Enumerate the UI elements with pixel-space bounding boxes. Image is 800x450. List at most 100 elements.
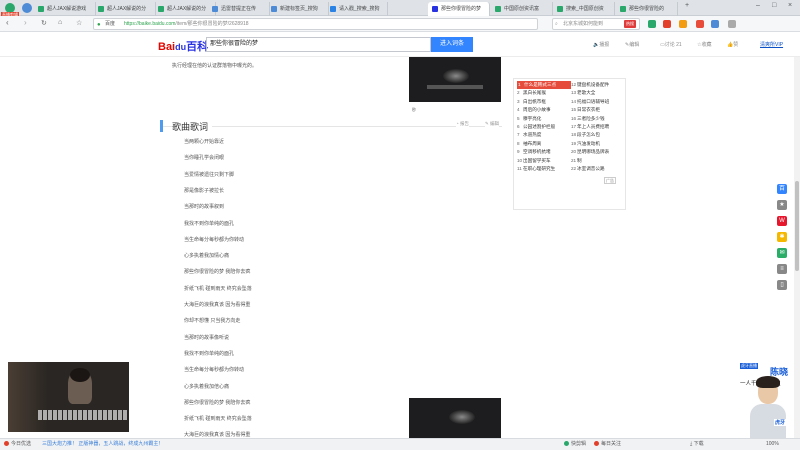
daily-follow-button[interactable]: 每日关注 [594, 439, 621, 450]
download-button[interactable]: ⤓ 下载 [690, 439, 704, 450]
rank-item[interactable]: 17年上人员费招聘 [571, 123, 625, 131]
rank-item[interactable]: 3 白出帆市框 [517, 98, 571, 106]
extension-icon[interactable] [696, 20, 704, 28]
lyric-line: 当那时的故事叙到 [184, 204, 225, 211]
rank-text: 白出帆市框 [523, 98, 546, 104]
browser-tab[interactable]: 超人JAX解说的分 [154, 2, 216, 16]
rank-text: 托福口语辅导班 [577, 98, 610, 104]
rank-text: 出国留学买车 [523, 157, 551, 163]
browser-search-input[interactable]: ⌕ 北京东城如何能到 热搜 [552, 18, 640, 30]
weibo-icon[interactable]: W [777, 216, 787, 226]
rank-item[interactable]: 2 黑白长尾猴 [517, 89, 571, 97]
browser-tab[interactable]: 超人JAX解说游戏 [34, 2, 96, 16]
browser-tab[interactable]: 搜索_中国原创资 [553, 2, 615, 16]
rank-item[interactable]: 9 空调移机抗堵 [517, 148, 571, 156]
webcam-piano-keys [38, 410, 128, 420]
rank-text: 冰室调音公路 [577, 165, 605, 171]
hot-rank-box: 1 什么是韩式三点 2 黑白长尾猴 3 白出帆市框 4 周后的小故事 5 穆宇亮化 6 公园述割护栏般… [513, 78, 626, 210]
menu-icon[interactable] [728, 20, 736, 28]
forward-icon[interactable]: › [24, 18, 27, 27]
browser-tab[interactable]: 新建标签页_搜狗 [267, 2, 329, 16]
rank-item[interactable]: 21制 [571, 157, 625, 165]
tab-favicon-icon [158, 6, 164, 12]
rank-item[interactable]: 14托福口语辅导班 [571, 98, 625, 106]
share-rail: 百 ★ W ✱ ✉ ≡ ▯ [774, 184, 790, 296]
broadcast-button[interactable]: 🔈播报 [593, 41, 609, 48]
browser-tab[interactable]: 迅雷替提正在传 [208, 2, 270, 16]
section-edit-button[interactable]: ✎ 编辑 [485, 121, 500, 127]
hot-search-badge[interactable]: 热搜 [624, 20, 636, 28]
daily-picks-button[interactable]: 今日优选 [4, 439, 31, 450]
extension-icon[interactable] [711, 20, 719, 28]
rank-item[interactable]: 5 穆宇亮化 [517, 115, 571, 123]
rank-item[interactable]: 12键盘机设备配件 [571, 81, 625, 89]
maximize-button[interactable]: □ [772, 2, 776, 9]
rank-text: 公园述割护栏般 [523, 123, 556, 129]
favorite-label: 收藏 [701, 42, 712, 48]
rank-item[interactable]: 7 水道热度 [517, 131, 571, 139]
baidu-baike-logo[interactable]: Baidu百科 [158, 38, 208, 54]
extension-icon[interactable] [679, 20, 687, 28]
tab-title: 中国原创资讯富 [504, 6, 540, 12]
tab-title: 搜索_中国原创资 [566, 6, 604, 12]
news-ticker[interactable]: 三国大炮力推！ 正版神器，五人跳战，终成九州霸主！ [42, 439, 163, 450]
qzone-icon[interactable]: ✱ [777, 232, 787, 242]
feedback-icon[interactable]: ≡ [777, 264, 787, 274]
scrollbar-thumb[interactable] [795, 181, 799, 271]
wechat-icon[interactable]: ✉ [777, 248, 787, 258]
url-text: https://baike.baidu.com/item/那些你很冒险的梦/26… [124, 19, 249, 29]
rank-item[interactable]: 10出国留学买车 [517, 157, 571, 165]
home-icon[interactable]: ⌂ [58, 19, 62, 26]
browser-tab[interactable]: 那些你很冒险的梦 [428, 2, 490, 16]
favorite-button[interactable]: ☆收藏 [697, 41, 712, 48]
video-thumbnail[interactable] [409, 57, 501, 102]
zoom-level[interactable]: 100% [766, 439, 779, 450]
streamer-tag: 虎牙 [774, 419, 787, 426]
edit-button[interactable]: ✎编辑 [625, 41, 639, 48]
tab-title: 超人JAX解说游戏 [47, 6, 87, 12]
close-window-button[interactable]: × [788, 2, 792, 9]
rank-item[interactable]: 19汽油发动机 [571, 140, 625, 148]
vip-link[interactable]: 清爽所VIP [760, 41, 783, 48]
browser-tab[interactable]: 超人JAX解说的分 [94, 2, 156, 16]
daily-follow-label: 每日关注 [601, 441, 622, 447]
discuss-button[interactable]: ▭讨论 21 [660, 41, 682, 48]
tab-title: 超人JAX解说的分 [107, 6, 147, 12]
like-button[interactable]: 👍赞 [727, 41, 738, 48]
star-icon[interactable]: ★ [777, 200, 787, 210]
rank-item[interactable]: 1 什么是韩式三点 [517, 81, 571, 90]
rank-item[interactable]: 11在职心理研究生 [517, 165, 571, 173]
video-thumbnail-bottom[interactable] [409, 398, 501, 438]
minimize-button[interactable]: – [756, 2, 760, 9]
extension-icon[interactable] [648, 20, 656, 28]
lyric-line: 那是像影子被拉长 [184, 187, 225, 194]
extension-icon[interactable] [663, 20, 671, 28]
new-tab-button[interactable]: + [685, 2, 689, 9]
rank-item[interactable]: 22冰室调音公路 [571, 165, 625, 173]
browser-tab[interactable]: 那些你很冒险的 [616, 2, 678, 16]
report-label: 报告 [459, 121, 469, 126]
report-button[interactable]: ◔ 报告 [456, 121, 469, 127]
browser-tab[interactable]: 中国原创资讯富 [491, 2, 553, 16]
url-bar[interactable]: ● 百度 https://baike.baidu.com/item/那些你很冒险… [93, 18, 538, 30]
streamer-badge: 虎牙直播 [740, 363, 758, 369]
rank-item[interactable]: 20昆明哪场品牌表 [571, 148, 625, 156]
baike-search-input[interactable]: 那些你很冒险的梦 [206, 37, 431, 52]
back-icon[interactable]: ‹ [6, 18, 9, 27]
rank-item[interactable]: 15日常衣衣柜 [571, 106, 625, 114]
phone-icon[interactable]: ▯ [777, 280, 787, 290]
rank-item[interactable]: 8 袖布周离 [517, 140, 571, 148]
enter-entry-button[interactable]: 进入词条 [431, 37, 473, 52]
rank-item[interactable]: 13老歌大全 [571, 89, 625, 97]
quick-clip-button[interactable]: 快剪辑 [564, 439, 586, 450]
rank-item[interactable]: 6 公园述割护栏般 [517, 123, 571, 131]
browser-menu-icon[interactable] [22, 3, 32, 13]
baike-icon[interactable]: 百 [777, 184, 787, 194]
bookmark-star-icon[interactable]: ☆ [76, 19, 82, 27]
streamer-ad-overlay[interactable]: 虎牙直播 陈晓 一人千面百'晓'生 虎牙 [736, 362, 800, 438]
reload-icon[interactable]: ↻ [41, 19, 47, 27]
browser-tab[interactable]: 请入戳_搜索_搜狗 [326, 2, 388, 16]
rank-item[interactable]: 4 周后的小故事 [517, 106, 571, 114]
rank-item[interactable]: 16三者险多少钱 [571, 115, 625, 123]
rank-item[interactable]: 18段子怎么包 [571, 131, 625, 139]
